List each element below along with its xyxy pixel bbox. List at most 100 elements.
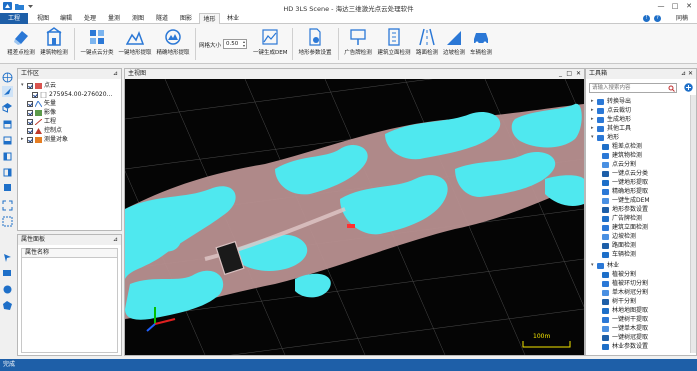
- tree-item-las-file[interactable]: 275954.00-276020...: [32, 90, 112, 99]
- cube-top-icon[interactable]: [2, 102, 13, 113]
- pointer-icon[interactable]: [2, 86, 13, 97]
- auto-terrain-button[interactable]: 一键地形提取: [117, 27, 153, 61]
- toolbox-item[interactable]: 广告牌检测: [602, 214, 642, 223]
- pin-icon[interactable]: ⊿: [113, 235, 118, 245]
- toolbox-item[interactable]: 建筑立面检测: [602, 223, 648, 232]
- toolbox-item[interactable]: 一键树干提取: [602, 315, 648, 324]
- facade-detect-button[interactable]: 建筑立面检测: [376, 27, 412, 61]
- tab-forestry[interactable]: 林业: [223, 13, 243, 24]
- checkbox[interactable]: [27, 82, 33, 89]
- tree-item-control-points[interactable]: 控制点: [21, 126, 62, 135]
- tree-item-measure-objects[interactable]: ▸ 测量对象: [21, 135, 68, 144]
- toolbox-item[interactable]: 一键树冠提取: [602, 333, 648, 342]
- property-grid[interactable]: [21, 258, 118, 353]
- cube-left-icon[interactable]: [2, 150, 13, 161]
- toolbox-item[interactable]: 林地地图提取: [602, 306, 648, 315]
- checkbox[interactable]: [32, 91, 38, 98]
- tab-project[interactable]: 工程: [0, 13, 28, 24]
- pin-close-icon[interactable]: ⊿ ✕: [681, 69, 693, 79]
- add-icon[interactable]: [684, 83, 693, 92]
- slope-detect-button[interactable]: 边坡检测: [441, 27, 467, 61]
- globe-icon[interactable]: [2, 72, 13, 83]
- measure-point-icon[interactable]: [2, 252, 13, 263]
- minimize-button[interactable]: —: [655, 1, 667, 11]
- toolbox-group[interactable]: ▾ 林业: [591, 261, 619, 270]
- toolbox-item[interactable]: 一键地形提取: [602, 178, 648, 187]
- toolbox-group[interactable]: ▸ 生成地形: [591, 115, 631, 124]
- select-polygon-icon[interactable]: [2, 300, 13, 311]
- toolbox-item[interactable]: 粗差点检测: [602, 142, 642, 151]
- billboard-detect-button[interactable]: 广告牌检测: [342, 27, 374, 61]
- toolbox-group[interactable]: ▾ 地形: [591, 133, 619, 142]
- user-name[interactable]: 同楠: [670, 13, 694, 24]
- select-rect-icon[interactable]: [2, 268, 13, 279]
- toolbox-item[interactable]: 树干分割: [602, 297, 636, 306]
- toolbox-group[interactable]: ▸ 其他工具: [591, 124, 631, 133]
- toolbox-search-input[interactable]: [590, 84, 668, 92]
- tree-item-project[interactable]: 工程: [21, 117, 56, 126]
- cube-right-icon[interactable]: [2, 166, 13, 177]
- close-button[interactable]: ✕: [683, 1, 695, 11]
- view-minimize-button[interactable]: _: [559, 69, 562, 79]
- toolbox-item[interactable]: 植被分割: [602, 270, 636, 279]
- search-icon[interactable]: [668, 85, 675, 92]
- spin-arrows-icon[interactable]: ▴ ▾: [243, 40, 245, 48]
- road-detect-button[interactable]: 路面检测: [414, 27, 440, 61]
- view-maximize-button[interactable]: □: [566, 69, 572, 79]
- cube-front-icon[interactable]: [2, 118, 13, 129]
- tab-image[interactable]: 图影: [176, 13, 196, 24]
- toolbox-item[interactable]: 车辆检测: [602, 250, 636, 259]
- cube-back-icon[interactable]: [2, 134, 13, 145]
- toolbox-item[interactable]: 一键生成DEM: [602, 196, 650, 205]
- toolbox-item[interactable]: 一键单木提取: [602, 324, 648, 333]
- toolbox-item[interactable]: 单木树冠分割: [602, 288, 648, 297]
- pin-icon[interactable]: ⊿: [113, 69, 118, 79]
- tab-measure[interactable]: 量测: [104, 13, 124, 24]
- toolbox-item[interactable]: 地形参数设置: [602, 205, 648, 214]
- terrain-settings-button[interactable]: 地形参数设置: [297, 27, 333, 61]
- auto-classify-button[interactable]: 一键点云分类: [79, 27, 115, 61]
- outlier-detect-button[interactable]: 粗差点检测: [5, 27, 37, 61]
- precise-terrain-button[interactable]: 精确地形提取: [155, 27, 191, 61]
- point-cloud-canvas[interactable]: [125, 79, 584, 355]
- toolbox-search[interactable]: [589, 83, 677, 93]
- toolbox-item[interactable]: 林业参数设置: [602, 342, 648, 351]
- maximize-button[interactable]: □: [669, 1, 681, 11]
- checkbox[interactable]: [27, 109, 33, 116]
- tree-item-vector[interactable]: 矢量: [21, 99, 56, 108]
- tree-item-pointcloud[interactable]: ▾ 点云: [21, 81, 56, 90]
- tab-edit[interactable]: 编辑: [56, 13, 76, 24]
- tab-tunnel[interactable]: 隧道: [152, 13, 172, 24]
- vehicle-detect-button[interactable]: 车辆检测: [468, 27, 494, 61]
- generate-dem-button[interactable]: 一键生成DEM: [253, 27, 287, 61]
- select-circle-icon[interactable]: [2, 284, 13, 295]
- toolbox-group[interactable]: ▸ 转换导出: [591, 97, 631, 106]
- checkbox[interactable]: [27, 127, 33, 134]
- toolbox-item[interactable]: 路面检测: [602, 241, 636, 250]
- 3d-viewport[interactable]: 100m: [125, 79, 584, 355]
- building-detect-button[interactable]: 建筑物检测: [39, 27, 69, 61]
- checkbox[interactable]: [27, 100, 33, 107]
- toolbox-item[interactable]: 植被环切分割: [602, 279, 648, 288]
- toolbox-scrollbar[interactable]: [690, 95, 696, 353]
- checkbox[interactable]: [27, 136, 33, 143]
- cube-bottom-icon[interactable]: [2, 182, 13, 193]
- help-icon[interactable]: ?: [654, 15, 661, 22]
- toolbox-item[interactable]: 建筑物检测: [602, 151, 642, 160]
- toolbox-item[interactable]: 一键点云分类: [602, 169, 648, 178]
- toolbox-group[interactable]: ▸ 点云裁切: [591, 106, 631, 115]
- checkbox[interactable]: [27, 118, 33, 125]
- tab-terrain[interactable]: 地形: [199, 13, 220, 24]
- fit-view-icon[interactable]: [2, 200, 13, 211]
- toolbox-item[interactable]: 点云分割: [602, 160, 636, 169]
- tab-process[interactable]: 处理: [80, 13, 100, 24]
- tree-item-image[interactable]: 影像: [21, 108, 56, 117]
- tab-mapping[interactable]: 测图: [128, 13, 148, 24]
- zoom-box-icon[interactable]: [2, 216, 13, 227]
- view-close-button[interactable]: ✕: [576, 69, 581, 79]
- info-icon[interactable]: !: [643, 15, 650, 22]
- grid-size-input[interactable]: 0.50 ▴ ▾: [223, 39, 247, 49]
- tab-view[interactable]: 视图: [33, 13, 53, 24]
- toolbox-item[interactable]: 边坡检测: [602, 232, 636, 241]
- toolbox-item[interactable]: 精确地形提取: [602, 187, 648, 196]
